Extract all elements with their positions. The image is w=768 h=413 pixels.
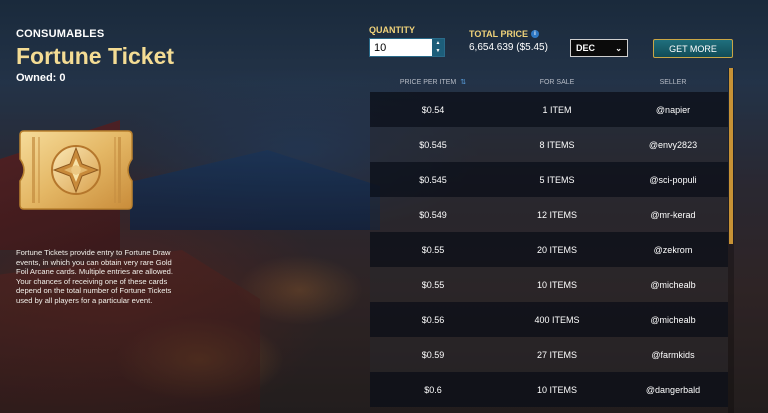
currency-value: DEC — [576, 43, 596, 53]
header-price-per-item[interactable]: PRICE PER ITEM ⇅ — [370, 78, 496, 87]
item-header: CONSUMABLES Fortune Ticket Owned: 0 — [16, 28, 186, 84]
sort-icon[interactable]: ⇅ — [460, 78, 466, 86]
table-row[interactable]: $0.56 400 ITEMS @michealb — [370, 302, 728, 337]
table-row[interactable]: $0.54 1 ITEM @napier — [370, 92, 728, 127]
currency-select[interactable]: DEC ⌄ — [570, 39, 628, 57]
price-cell: $0.545 — [419, 139, 447, 150]
price-cell: $0.6 — [424, 384, 442, 395]
quantity-label: QUANTITY — [369, 25, 415, 35]
for-sale-cell: 400 ITEMS — [534, 314, 580, 325]
total-price-label-text: TOTAL PRICE — [469, 29, 529, 39]
table-row[interactable]: $0.545 8 ITEMS @envy2823 — [370, 127, 728, 162]
item-title: Fortune Ticket — [16, 43, 175, 69]
chevron-up-icon[interactable]: ▲ — [432, 39, 444, 48]
header-price-label: PRICE PER ITEM — [399, 78, 457, 86]
table-header: PRICE PER ITEM ⇅ FOR SALE SELLER — [370, 72, 728, 92]
quantity-stepper-buttons[interactable]: ▲ ▼ — [432, 39, 444, 56]
fortune-ticket-icon — [19, 130, 133, 210]
table-row[interactable]: $0.545 5 ITEMS @sci-populi — [370, 162, 728, 197]
quantity-input[interactable] — [370, 39, 432, 56]
for-sale-cell: 5 ITEMS — [539, 174, 575, 185]
price-cell: $0.55 — [421, 279, 445, 290]
owned-count: Owned: 0 — [16, 72, 66, 84]
quantity-stepper[interactable]: ▲ ▼ — [369, 38, 445, 57]
scrollbar-thumb[interactable] — [729, 68, 733, 244]
table-row[interactable]: $0.55 20 ITEMS @zekrom — [370, 232, 728, 267]
table-row[interactable]: $0.55 10 ITEMS @michealb — [370, 267, 728, 302]
price-cell: $0.54 — [421, 104, 445, 115]
seller-cell: @mr-kerad — [650, 209, 696, 220]
info-icon[interactable]: i — [531, 30, 540, 38]
get-more-button[interactable]: GET MORE — [653, 39, 733, 58]
for-sale-cell: 10 ITEMS — [536, 279, 577, 290]
for-sale-cell: 12 ITEMS — [536, 209, 577, 220]
chevron-down-icon[interactable]: ▼ — [432, 48, 444, 57]
price-cell: $0.549 — [419, 209, 447, 220]
total-price-value: 6,654.639 ($5.45) — [469, 42, 548, 53]
for-sale-cell: 10 ITEMS — [536, 384, 577, 395]
seller-cell: @sci-populi — [649, 174, 697, 185]
table-row[interactable]: $0.549 12 ITEMS @mr-kerad — [370, 197, 728, 232]
header-seller: SELLER — [659, 78, 687, 86]
item-category: CONSUMABLES — [16, 28, 105, 40]
table-row[interactable]: $0.59 27 ITEMS @farmkids — [370, 337, 728, 372]
item-description: Fortune Tickets provide entry to Fortune… — [16, 248, 174, 305]
seller-cell: @envy2823 — [648, 139, 698, 150]
total-price-label: TOTAL PRICE i — [469, 29, 540, 39]
seller-cell: @napier — [655, 104, 691, 115]
price-cell: $0.545 — [419, 174, 447, 185]
seller-cell: @dangerbald — [645, 384, 701, 395]
price-cell: $0.56 — [421, 314, 445, 325]
price-cell: $0.55 — [421, 244, 445, 255]
chevron-down-icon: ⌄ — [615, 43, 622, 53]
for-sale-cell: 8 ITEMS — [539, 139, 575, 150]
table-row[interactable]: $0.6 10 ITEMS @dangerbald — [370, 372, 728, 407]
for-sale-cell: 27 ITEMS — [536, 349, 577, 360]
for-sale-cell: 20 ITEMS — [536, 244, 577, 255]
for-sale-cell: 1 ITEM — [542, 104, 572, 115]
seller-cell: @farmkids — [651, 349, 695, 360]
header-for-sale: FOR SALE — [539, 78, 575, 86]
seller-cell: @michealb — [650, 279, 696, 290]
seller-cell: @zekrom — [653, 244, 693, 255]
listings-table: PRICE PER ITEM ⇅ FOR SALE SELLER $0.54 1… — [370, 72, 728, 407]
seller-cell: @michealb — [650, 314, 696, 325]
price-cell: $0.59 — [421, 349, 445, 360]
